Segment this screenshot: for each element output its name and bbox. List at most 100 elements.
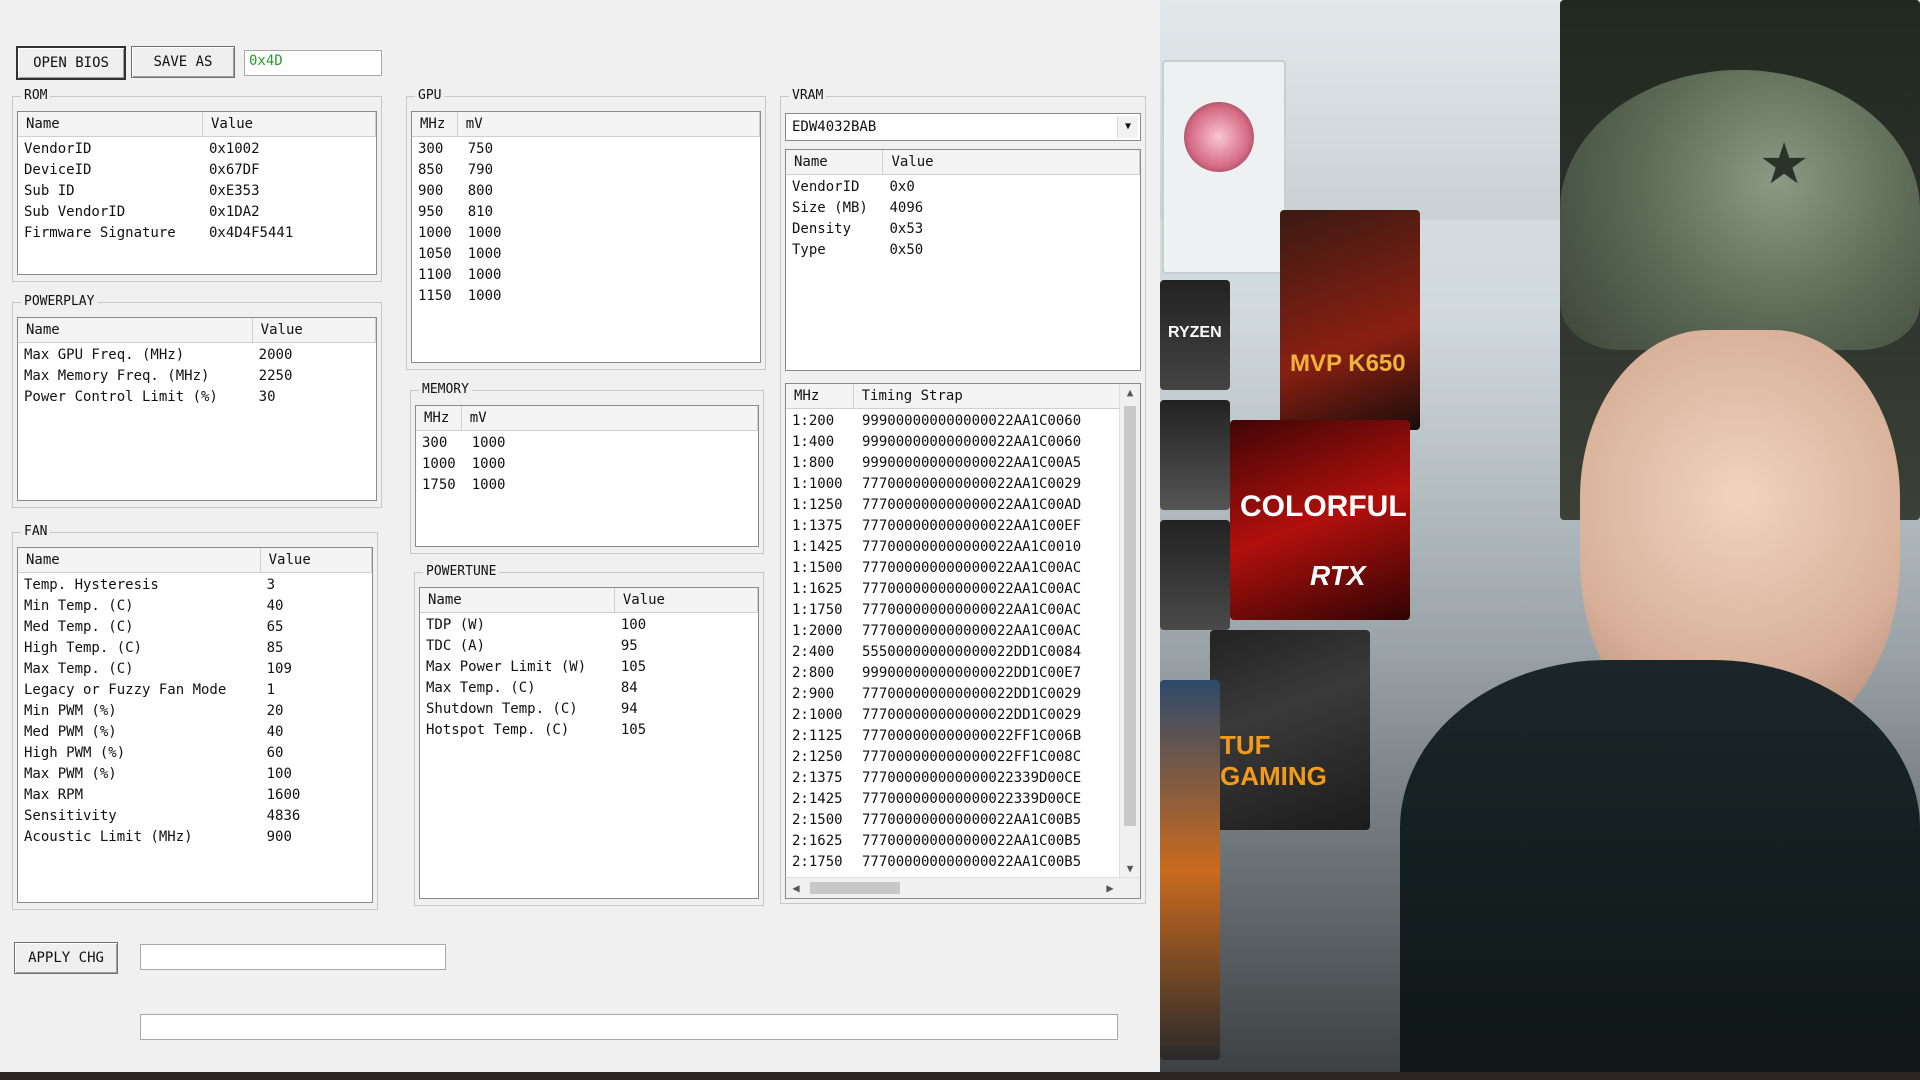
table-row[interactable]: 2:1250 777000000000000022FF1C008C xyxy=(786,747,1140,768)
table-row[interactable]: Med Temp. (C) 65 xyxy=(18,617,372,638)
status-input-1[interactable] xyxy=(140,944,446,970)
powerplay-col-value[interactable]: Value xyxy=(253,318,376,342)
table-row[interactable]: 1100 1000 xyxy=(412,265,760,286)
timing-vertical-scrollbar[interactable]: ▲ ▼ xyxy=(1119,384,1140,878)
table-row[interactable]: 1:200 999000000000000022AA1C0060 xyxy=(786,411,1140,432)
rom-col-name[interactable]: Name xyxy=(18,112,203,136)
table-row[interactable]: Power Control Limit (%) 30 xyxy=(18,387,376,408)
table-row[interactable]: Shutdown Temp. (C) 94 xyxy=(420,699,758,720)
table-row[interactable]: 2:800 999000000000000022DD1C00E7 xyxy=(786,663,1140,684)
powerplay-col-name[interactable]: Name xyxy=(18,318,253,342)
table-row[interactable]: 2:900 777000000000000022DD1C0029 xyxy=(786,684,1140,705)
vram-info-table[interactable]: Name Value VendorID 0x0 Size (MB) 4096 Densi… xyxy=(785,149,1141,371)
table-row[interactable]: 1000 1000 xyxy=(416,454,758,475)
table-row[interactable]: Max PWM (%) 100 xyxy=(18,764,372,785)
table-row[interactable]: 2:1625 777000000000000022AA1C00B5 xyxy=(786,831,1140,852)
fan-table[interactable]: Name Value Temp. Hysteresis 3 Min Temp. (C… xyxy=(17,547,373,903)
chevron-down-icon[interactable]: ▼ xyxy=(1117,116,1138,138)
table-row[interactable]: 1:1625 777000000000000022AA1C00AC xyxy=(786,579,1140,600)
table-row[interactable]: 2:1000 777000000000000022DD1C0029 xyxy=(786,705,1140,726)
table-row[interactable]: Max RPM 1600 xyxy=(18,785,372,806)
table-row[interactable]: VendorID 0x1002 xyxy=(18,139,376,160)
table-row[interactable]: 1:1375 777000000000000022AA1C00EF xyxy=(786,516,1140,537)
table-row[interactable]: 2:1500 777000000000000022AA1C00B5 xyxy=(786,810,1140,831)
table-row[interactable]: Max Temp. (C) 109 xyxy=(18,659,372,680)
open-bios-button[interactable]: OPEN BIOS xyxy=(16,46,126,80)
table-row[interactable]: Acoustic Limit (MHz) 900 xyxy=(18,827,372,848)
timing-col-mhz[interactable]: MHz xyxy=(786,384,854,408)
memory-col-mhz[interactable]: MHz xyxy=(416,406,462,430)
table-row[interactable]: VendorID 0x0 xyxy=(786,177,1140,198)
table-row[interactable]: TDP (W) 100 xyxy=(420,615,758,636)
table-row[interactable]: 900 800 xyxy=(412,181,760,202)
horizontal-scroll-thumb[interactable] xyxy=(810,882,900,894)
save-as-button[interactable]: SAVE AS xyxy=(131,46,235,78)
powertune-table[interactable]: Name Value TDP (W) 100 TDC (A) 95 Max Power … xyxy=(419,587,759,899)
powertune-col-value[interactable]: Value xyxy=(615,588,758,612)
status-input-2[interactable] xyxy=(140,1014,1118,1040)
vram-col-value[interactable]: Value xyxy=(883,150,1140,174)
table-row[interactable]: 1:800 999000000000000022AA1C00A5 xyxy=(786,453,1140,474)
vram-col-name[interactable]: Name xyxy=(786,150,884,174)
table-row[interactable]: 1000 1000 xyxy=(412,223,760,244)
powerplay-table[interactable]: Name Value Max GPU Freq. (MHz) 2000 Max Me… xyxy=(17,317,377,501)
table-row[interactable]: High PWM (%) 60 xyxy=(18,743,372,764)
table-row[interactable]: Hotspot Temp. (C) 105 xyxy=(420,720,758,741)
table-row[interactable]: Max Power Limit (W) 105 xyxy=(420,657,758,678)
scroll-up-icon[interactable]: ▲ xyxy=(1120,384,1140,402)
table-row[interactable]: Max GPU Freq. (MHz) 2000 xyxy=(18,345,376,366)
table-row[interactable]: Sensitivity 4836 xyxy=(18,806,372,827)
table-row[interactable]: 300 750 xyxy=(412,139,760,160)
table-row[interactable]: TDC (A) 95 xyxy=(420,636,758,657)
table-row[interactable]: 1:1425 777000000000000022AA1C0010 xyxy=(786,537,1140,558)
scroll-down-icon[interactable]: ▼ xyxy=(1120,860,1140,878)
table-row[interactable]: Sub VendorID 0x1DA2 xyxy=(18,202,376,223)
table-row[interactable]: 850 790 xyxy=(412,160,760,181)
table-row[interactable]: 2:1375 777000000000000022339D00CE xyxy=(786,768,1140,789)
table-row[interactable]: 300 1000 xyxy=(416,433,758,454)
table-row[interactable]: 2:400 555000000000000022DD1C0084 xyxy=(786,642,1140,663)
table-row[interactable]: 950 810 xyxy=(412,202,760,223)
table-row[interactable]: 1:2000 777000000000000022AA1C00AC xyxy=(786,621,1140,642)
table-row[interactable]: Min PWM (%) 20 xyxy=(18,701,372,722)
timing-col-strap[interactable]: Timing Strap xyxy=(854,384,1120,408)
table-row[interactable]: 2:1125 777000000000000022FF1C006B xyxy=(786,726,1140,747)
table-row[interactable]: Density 0x53 xyxy=(786,219,1140,240)
rom-table[interactable]: Name Value VendorID 0x1002 DeviceID 0x67DF S… xyxy=(17,111,377,275)
table-row[interactable]: Med PWM (%) 40 xyxy=(18,722,372,743)
table-row[interactable]: Type 0x50 xyxy=(786,240,1140,261)
scroll-left-icon[interactable]: ◀ xyxy=(786,878,806,898)
apply-changes-button[interactable]: APPLY CHG xyxy=(14,942,118,974)
table-row[interactable]: Sub ID 0xE353 xyxy=(18,181,376,202)
memory-col-mv[interactable]: mV xyxy=(462,406,758,430)
timing-horizontal-scrollbar[interactable]: ◀ ▶ xyxy=(786,877,1140,898)
fan-col-value[interactable]: Value xyxy=(261,548,372,572)
table-row[interactable]: 1150 1000 xyxy=(412,286,760,307)
scroll-right-icon[interactable]: ▶ xyxy=(1100,878,1120,898)
table-row[interactable]: Temp. Hysteresis 3 xyxy=(18,575,372,596)
checksum-field[interactable]: 0x4D xyxy=(244,50,382,76)
table-row[interactable]: Legacy or Fuzzy Fan Mode 1 xyxy=(18,680,372,701)
table-row[interactable]: Firmware Signature 0x4D4F5441 xyxy=(18,223,376,244)
vram-type-dropdown[interactable]: EDW4032BAB ▼ xyxy=(785,113,1141,141)
gpu-col-mv[interactable]: mV xyxy=(458,112,760,136)
table-row[interactable]: 2:1750 777000000000000022AA1C00B5 xyxy=(786,852,1140,873)
vertical-scroll-thumb[interactable] xyxy=(1124,406,1136,826)
table-row[interactable]: Size (MB) 4096 xyxy=(786,198,1140,219)
fan-col-name[interactable]: Name xyxy=(18,548,261,572)
memory-table[interactable]: MHz mV 300 1000 1000 1000 1750 1000 xyxy=(415,405,759,547)
table-row[interactable]: 1:1500 777000000000000022AA1C00AC xyxy=(786,558,1140,579)
table-row[interactable]: 2:1425 777000000000000022339D00CE xyxy=(786,789,1140,810)
gpu-table[interactable]: MHz mV 300 750 850 790 900 800 950 810 1000 1000 1… xyxy=(411,111,761,363)
table-row[interactable]: 1:400 999000000000000022AA1C0060 xyxy=(786,432,1140,453)
rom-col-value[interactable]: Value xyxy=(203,112,376,136)
table-row[interactable]: 1:1250 777000000000000022AA1C00AD xyxy=(786,495,1140,516)
table-row[interactable]: 1:1000 777000000000000022AA1C0029 xyxy=(786,474,1140,495)
gpu-col-mhz[interactable]: MHz xyxy=(412,112,458,136)
table-row[interactable]: 1:1750 777000000000000022AA1C00AC xyxy=(786,600,1140,621)
table-row[interactable]: Max Memory Freq. (MHz) 2250 xyxy=(18,366,376,387)
powertune-col-name[interactable]: Name xyxy=(420,588,615,612)
timing-strap-table[interactable]: MHz Timing Strap 1:200 999000000000000022… xyxy=(785,383,1141,899)
table-row[interactable]: High Temp. (C) 85 xyxy=(18,638,372,659)
table-row[interactable]: 1750 1000 xyxy=(416,475,758,496)
